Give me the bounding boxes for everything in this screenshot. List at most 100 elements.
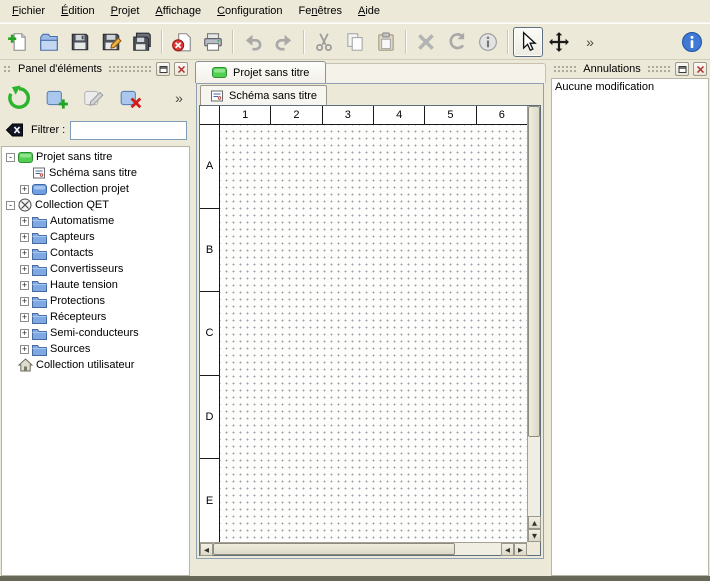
expand-expander[interactable]: +	[20, 345, 29, 354]
edit-element-button[interactable]	[78, 82, 110, 114]
scroll-up-button[interactable]: ▲	[528, 516, 541, 529]
down-arrow-icon: ▼	[532, 532, 537, 540]
tree-item[interactable]: + Capteurs	[2, 229, 189, 245]
menu-fenetres[interactable]: Fenêtres	[291, 2, 350, 20]
tab-project[interactable]: Projet sans titre	[195, 61, 326, 83]
dock-handle[interactable]	[647, 65, 671, 74]
tree-item-label: Collection utilisateur	[36, 359, 134, 371]
tree-item-label: Convertisseurs	[50, 263, 123, 275]
dock-handle[interactable]	[108, 65, 152, 74]
close-project-button[interactable]	[167, 27, 197, 57]
expand-expander[interactable]: +	[20, 313, 29, 322]
undo-button[interactable]	[238, 27, 268, 57]
tree-item[interactable]: +Contacts	[2, 245, 189, 261]
tree-item[interactable]: Collection utilisateur	[2, 357, 189, 373]
pan-mode-button[interactable]	[544, 27, 574, 57]
toolbar-separator	[507, 30, 509, 54]
menu-projet[interactable]: Projet	[103, 2, 148, 20]
menu-affichage[interactable]: Affichage	[147, 2, 209, 20]
undo-panel-titlebar[interactable]: Annulations	[550, 60, 710, 78]
grid-corner	[200, 106, 220, 124]
tree-item-label: Schéma sans titre	[49, 167, 137, 179]
delete-button[interactable]	[411, 27, 441, 57]
about-button[interactable]	[677, 27, 707, 57]
tree-item[interactable]: +Collection projet	[2, 181, 189, 197]
vertical-scrollbar-thumb[interactable]	[528, 106, 540, 437]
diagram-info-button[interactable]	[473, 27, 503, 57]
horizontal-scrollbar[interactable]: ◀ ◀ ▶	[200, 542, 527, 555]
horizontal-scrollbar-track[interactable]	[455, 543, 501, 555]
mdi-area: Schéma sans titre 123456 ABCDE	[195, 83, 546, 576]
collapse-expander[interactable]: -	[6, 153, 15, 162]
tree-item[interactable]: +Automatisme	[2, 213, 189, 229]
scroll-left-button-end[interactable]: ◀	[501, 543, 514, 556]
redo-button[interactable]	[269, 27, 299, 57]
schema-canvas[interactable]	[220, 125, 527, 542]
overflow-icon: »	[175, 90, 183, 106]
copy-button[interactable]	[340, 27, 370, 57]
vertical-scrollbar[interactable]: ▲ ▼	[527, 106, 540, 542]
collapse-expander[interactable]: -	[6, 201, 15, 210]
expand-expander[interactable]: +	[20, 265, 29, 274]
dock-handle[interactable]	[3, 65, 12, 74]
tree-item-label: Collection QET	[35, 199, 109, 211]
tree-item[interactable]: - Collection QET	[2, 197, 189, 213]
expand-expander[interactable]: +	[20, 281, 29, 290]
expand-expander[interactable]: +	[20, 249, 29, 258]
delete-element-button[interactable]	[115, 82, 147, 114]
paste-button[interactable]	[371, 27, 401, 57]
expand-expander[interactable]: +	[20, 233, 29, 242]
float-undo-button[interactable]	[675, 62, 689, 76]
reload-collections-button[interactable]	[4, 82, 36, 114]
dock-handle[interactable]	[553, 65, 577, 74]
scroll-left-button[interactable]: ◀	[200, 543, 213, 556]
grid-body: ABCDE	[200, 125, 527, 542]
tree-item[interactable]: +Protections	[2, 293, 189, 309]
column-header: 2	[271, 106, 322, 124]
toolbar-overflow-button[interactable]: »	[575, 27, 605, 57]
float-panel-button[interactable]	[156, 62, 170, 76]
menu-configuration[interactable]: Configuration	[209, 2, 290, 20]
expand-expander[interactable]: +	[20, 297, 29, 306]
menu-fichier[interactable]: Fichier	[4, 2, 53, 20]
project-icon	[212, 66, 227, 79]
save-all-button[interactable]	[127, 27, 157, 57]
vertical-scrollbar-track[interactable]	[528, 437, 540, 516]
menu-edition[interactable]: Édition	[53, 2, 103, 20]
new-element-button[interactable]	[41, 82, 73, 114]
new-file-button[interactable]	[3, 27, 33, 57]
save-button[interactable]	[65, 27, 95, 57]
project-tab-label: Projet sans titre	[233, 67, 309, 79]
tree-item[interactable]: +Haute tension	[2, 277, 189, 293]
save-as-button[interactable]	[96, 27, 126, 57]
tree-item[interactable]: +Semi-conducteurs	[2, 325, 189, 341]
close-undo-button[interactable]	[693, 62, 707, 76]
panel-overflow-button[interactable]: »	[171, 87, 187, 109]
rotate-button[interactable]	[442, 27, 472, 57]
print-button[interactable]	[198, 27, 228, 57]
tree-item[interactable]: +Sources	[2, 341, 189, 357]
expand-expander[interactable]: +	[20, 185, 29, 194]
clear-filter-button[interactable]	[4, 121, 26, 139]
tab-schema[interactable]: Schéma sans titre	[200, 85, 327, 105]
tree-item[interactable]: Schéma sans titre	[2, 165, 189, 181]
undo-list[interactable]: Aucune modification	[551, 78, 709, 576]
cut-button[interactable]	[309, 27, 339, 57]
select-mode-button[interactable]	[513, 27, 543, 57]
filter-input[interactable]	[70, 121, 187, 140]
scroll-right-button[interactable]: ▶	[514, 543, 527, 556]
move-icon	[548, 31, 570, 53]
horizontal-scrollbar-thumb[interactable]	[213, 543, 455, 555]
expand-expander[interactable]: +	[20, 217, 29, 226]
tree-item[interactable]: + Convertisseurs	[2, 261, 189, 277]
tree-item[interactable]: +Récepteurs	[2, 309, 189, 325]
close-panel-button[interactable]	[174, 62, 188, 76]
menu-aide[interactable]: Aide	[350, 2, 388, 20]
elements-tree[interactable]: -Projet sans titreSchéma sans titre+Coll…	[1, 146, 190, 576]
elements-panel-titlebar[interactable]: Panel d'éléments	[0, 60, 191, 78]
scroll-down-button[interactable]: ▼	[528, 529, 541, 542]
tree-item-label: Capteurs	[50, 231, 95, 243]
open-project-button[interactable]	[34, 27, 64, 57]
expand-expander[interactable]: +	[20, 329, 29, 338]
tree-item[interactable]: -Projet sans titre	[2, 149, 189, 165]
